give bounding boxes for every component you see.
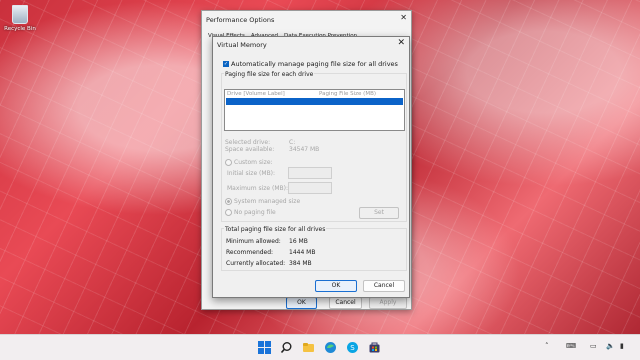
taskbar: S ˄ ⌨ ▭ 🔈 ▮ bbox=[0, 334, 640, 360]
recycle-bin-label: Recycle Bin bbox=[4, 26, 36, 32]
file-explorer-icon[interactable] bbox=[302, 341, 315, 354]
no-paging-label: No paging file bbox=[234, 209, 276, 216]
currently-allocated-value: 384 MB bbox=[289, 260, 312, 267]
ok-button[interactable]: OK bbox=[315, 280, 357, 292]
microsoft-store-icon[interactable] bbox=[368, 341, 381, 354]
total-group-title: Total paging file size for all drives bbox=[224, 226, 327, 233]
selected-drive-label: Selected drive: bbox=[225, 139, 271, 146]
chevron-up-icon[interactable]: ˄ bbox=[545, 342, 549, 350]
dialog-title: Virtual Memory bbox=[217, 41, 267, 49]
windows-start-icon[interactable] bbox=[258, 341, 271, 354]
set-button[interactable]: Set bbox=[359, 207, 399, 219]
recycle-bin-icon bbox=[12, 5, 28, 24]
recommended-label: Recommended: bbox=[226, 249, 274, 256]
edge-icon[interactable] bbox=[324, 341, 337, 354]
close-icon[interactable]: ✕ bbox=[397, 38, 405, 48]
space-available-label: Space available: bbox=[225, 146, 275, 153]
no-paging-radio[interactable]: No paging file bbox=[225, 209, 276, 216]
close-icon[interactable]: ✕ bbox=[400, 13, 407, 22]
recycle-bin-shortcut[interactable]: Recycle Bin bbox=[3, 5, 37, 32]
initial-size-label: Initial size (MB): bbox=[227, 170, 276, 177]
apply-button[interactable]: Apply bbox=[369, 297, 407, 309]
custom-size-label: Custom size: bbox=[234, 159, 273, 166]
virtual-memory-dialog: Virtual Memory ✕ ✓ Automatically manage p… bbox=[212, 36, 410, 298]
custom-size-radio[interactable]: Custom size: bbox=[225, 159, 273, 166]
network-icon[interactable]: ▭ bbox=[590, 342, 597, 350]
checkmark-icon: ✓ bbox=[223, 61, 229, 67]
paging-group-title: Paging file size for each drive bbox=[224, 71, 315, 78]
maximum-size-label: Maximum size (MB): bbox=[227, 185, 289, 192]
auto-manage-label: Automatically manage paging file size fo… bbox=[231, 60, 398, 68]
drive-list[interactable]: Drive [Volume Label] Paging File Size (M… bbox=[224, 89, 405, 131]
selected-drive-value: C: bbox=[289, 139, 296, 146]
speaker-icon[interactable]: 🔈 bbox=[606, 342, 615, 350]
system-managed-label: System managed size bbox=[234, 198, 301, 205]
svg-text:S: S bbox=[350, 344, 355, 352]
space-available-value: 34547 MB bbox=[289, 146, 320, 153]
search-icon[interactable] bbox=[280, 341, 293, 354]
maximum-size-input[interactable] bbox=[288, 182, 332, 194]
cancel-button[interactable]: Cancel bbox=[363, 280, 405, 292]
keyboard-icon[interactable]: ⌨ bbox=[566, 342, 576, 350]
min-allowed-label: Minimum allowed: bbox=[226, 238, 281, 245]
auto-manage-checkbox[interactable]: ✓ Automatically manage paging file size f… bbox=[223, 60, 398, 68]
col-size: Paging File Size (MB) bbox=[319, 91, 376, 97]
list-header: Drive [Volume Label] Paging File Size (M… bbox=[225, 90, 404, 98]
cancel-button[interactable]: Cancel bbox=[329, 297, 362, 309]
recommended-value: 1444 MB bbox=[289, 249, 316, 256]
col-drive: Drive [Volume Label] bbox=[227, 91, 285, 97]
battery-icon[interactable]: ▮ bbox=[620, 342, 624, 350]
radio-icon bbox=[225, 159, 232, 166]
radio-icon bbox=[225, 209, 232, 216]
selected-drive-row[interactable] bbox=[226, 98, 403, 105]
ok-button[interactable]: OK bbox=[286, 297, 317, 309]
skype-icon[interactable]: S bbox=[346, 341, 359, 354]
currently-allocated-label: Currently allocated: bbox=[226, 260, 286, 267]
window-title: Performance Options bbox=[206, 16, 275, 24]
min-allowed-value: 16 MB bbox=[289, 238, 308, 245]
system-managed-radio[interactable]: System managed size bbox=[225, 198, 300, 205]
radio-selected-icon bbox=[225, 198, 232, 205]
initial-size-input[interactable] bbox=[288, 167, 332, 179]
